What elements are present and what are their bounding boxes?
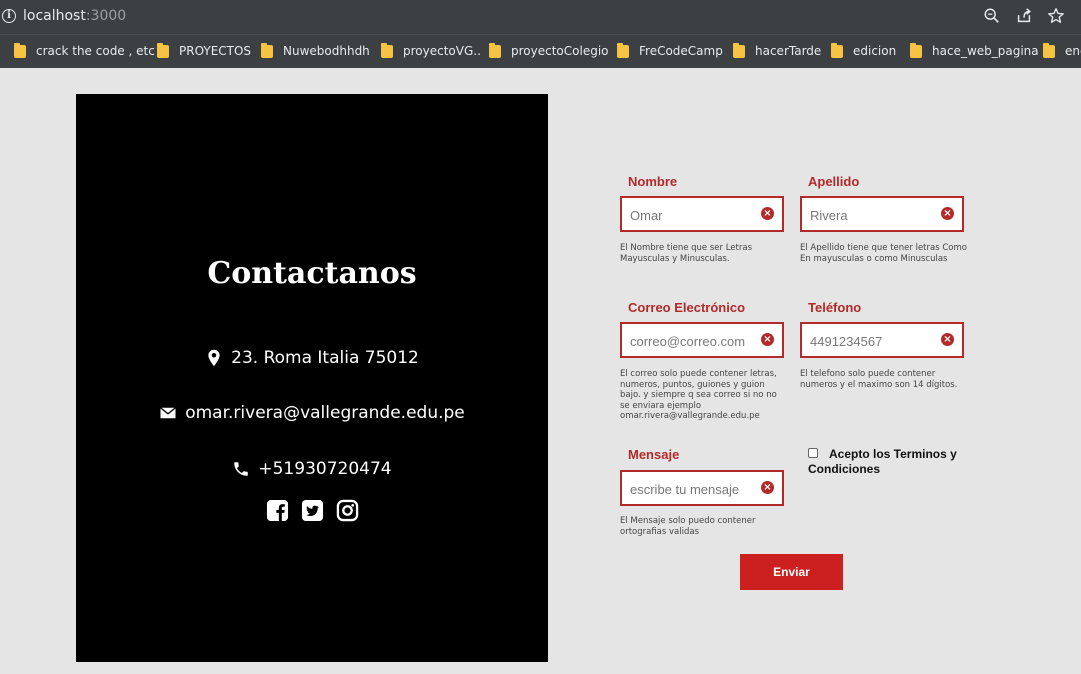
url-host: localhost	[23, 8, 86, 24]
bookmark-label: FreCodeCamp	[639, 44, 723, 58]
folder-icon	[617, 42, 629, 58]
phone-text[interactable]: +51930720474	[258, 459, 391, 479]
nombre-input[interactable]	[630, 205, 754, 225]
bookmark-label: edicion	[853, 44, 897, 58]
bookmark-item[interactable]: Nuwebodhhdh	[261, 42, 370, 58]
twitter-icon[interactable]	[301, 499, 324, 522]
zoom-icon[interactable]	[983, 7, 1003, 27]
bookmark-item[interactable]: PROYECTOS	[157, 42, 252, 58]
nombre-help: El Nombre tiene que ser Letras Mayuscula…	[620, 243, 752, 264]
apellido-help: El Apellido tiene que tener letras Como …	[800, 243, 967, 264]
browser-address-bar: i localhost:3000	[0, 0, 1081, 34]
folder-icon	[261, 42, 273, 58]
telefono-label: Teléfono	[808, 300, 862, 315]
mensaje-label: Mensaje	[628, 447, 680, 462]
x-circle-icon: ×	[941, 207, 954, 220]
address-text: 23. Roma Italia 75012	[231, 348, 419, 368]
folder-icon	[489, 42, 501, 58]
bookmark-label: Nuwebodhhdh	[283, 44, 370, 58]
x-circle-icon: ×	[941, 333, 954, 346]
terms-label[interactable]: Acepto los Terminos y Condiciones	[808, 447, 958, 477]
folder-icon	[381, 42, 393, 58]
bookmark-label: PROYECTOS	[179, 44, 252, 58]
envelope-icon	[160, 407, 177, 419]
url-port: :3000	[85, 8, 127, 24]
bookmark-item[interactable]: edicion	[831, 42, 897, 58]
folder-icon	[831, 42, 843, 58]
apellido-input[interactable]	[810, 205, 934, 225]
url-field[interactable]: localhost:3000	[23, 8, 126, 24]
bookmark-label: crack the code , etc	[36, 44, 155, 58]
bookmark-label: enc	[1065, 44, 1081, 58]
telefono-help: El telefono solo puede contener numeros …	[800, 369, 958, 390]
bookmark-star-icon[interactable]	[1047, 7, 1067, 27]
mensaje-help: El Mensaje solo puedo contener ortografi…	[620, 516, 756, 537]
correo-help: El correo solo puede contener letras, nu…	[620, 369, 777, 421]
contact-panel: Contactanos 23. Roma Italia 75012 omar.r…	[76, 94, 548, 662]
facebook-icon[interactable]	[266, 499, 289, 522]
bookmark-item[interactable]: crack the code , etc	[14, 42, 155, 58]
apellido-label: Apellido	[808, 174, 860, 189]
share-icon[interactable]	[1015, 7, 1035, 27]
bookmark-item[interactable]: hace_web_pagina	[910, 42, 1039, 58]
contact-title: Contactanos	[207, 256, 417, 291]
bookmark-item[interactable]: proyectoColegio	[489, 42, 609, 58]
instagram-icon[interactable]	[336, 499, 359, 522]
correo-input[interactable]	[630, 331, 754, 351]
folder-icon	[157, 42, 169, 58]
correo-label: Correo Electrónico	[628, 300, 746, 315]
bookmark-item[interactable]: proyectoVG..	[381, 42, 481, 58]
bookmark-label: proyectoColegio	[511, 44, 609, 58]
bookmark-item[interactable]: hacerTarde	[733, 42, 822, 58]
bookmarks-bar: crack the code , etc PROYECTOS Nuwebodhh…	[0, 34, 1081, 68]
browser-actions	[983, 7, 1067, 27]
bookmark-item[interactable]: enc	[1043, 42, 1081, 58]
phone-line: +51930720474	[76, 459, 548, 479]
telefono-input[interactable]	[810, 331, 934, 351]
x-circle-icon: ×	[761, 333, 774, 346]
submit-button[interactable]: Enviar	[740, 554, 843, 590]
social-links	[76, 499, 548, 522]
phone-icon	[234, 462, 249, 476]
email-text[interactable]: omar.rivera@vallegrande.edu.pe	[185, 403, 465, 423]
apellido-field[interactable]: ×	[800, 196, 964, 232]
email-line: omar.rivera@vallegrande.edu.pe	[76, 403, 548, 423]
x-circle-icon: ×	[761, 207, 774, 220]
correo-field[interactable]: ×	[620, 322, 784, 358]
address-line: 23. Roma Italia 75012	[76, 348, 548, 368]
bookmark-label: hacerTarde	[755, 44, 822, 58]
bookmark-label: proyectoVG..	[403, 44, 481, 58]
site-info-icon[interactable]: i	[2, 9, 16, 23]
folder-icon	[910, 42, 922, 58]
folder-icon	[1043, 42, 1055, 58]
nombre-label: Nombre	[628, 174, 678, 189]
map-pin-icon	[208, 349, 220, 367]
bookmark-label: hace_web_pagina	[932, 44, 1039, 58]
telefono-field[interactable]: ×	[800, 322, 964, 358]
mensaje-input[interactable]	[630, 479, 754, 499]
folder-icon	[733, 42, 745, 58]
mensaje-field[interactable]: ×	[620, 470, 784, 506]
folder-icon	[14, 42, 26, 58]
bookmark-item[interactable]: FreCodeCamp	[617, 42, 723, 58]
nombre-field[interactable]: ×	[620, 196, 784, 232]
x-circle-icon: ×	[761, 481, 774, 494]
